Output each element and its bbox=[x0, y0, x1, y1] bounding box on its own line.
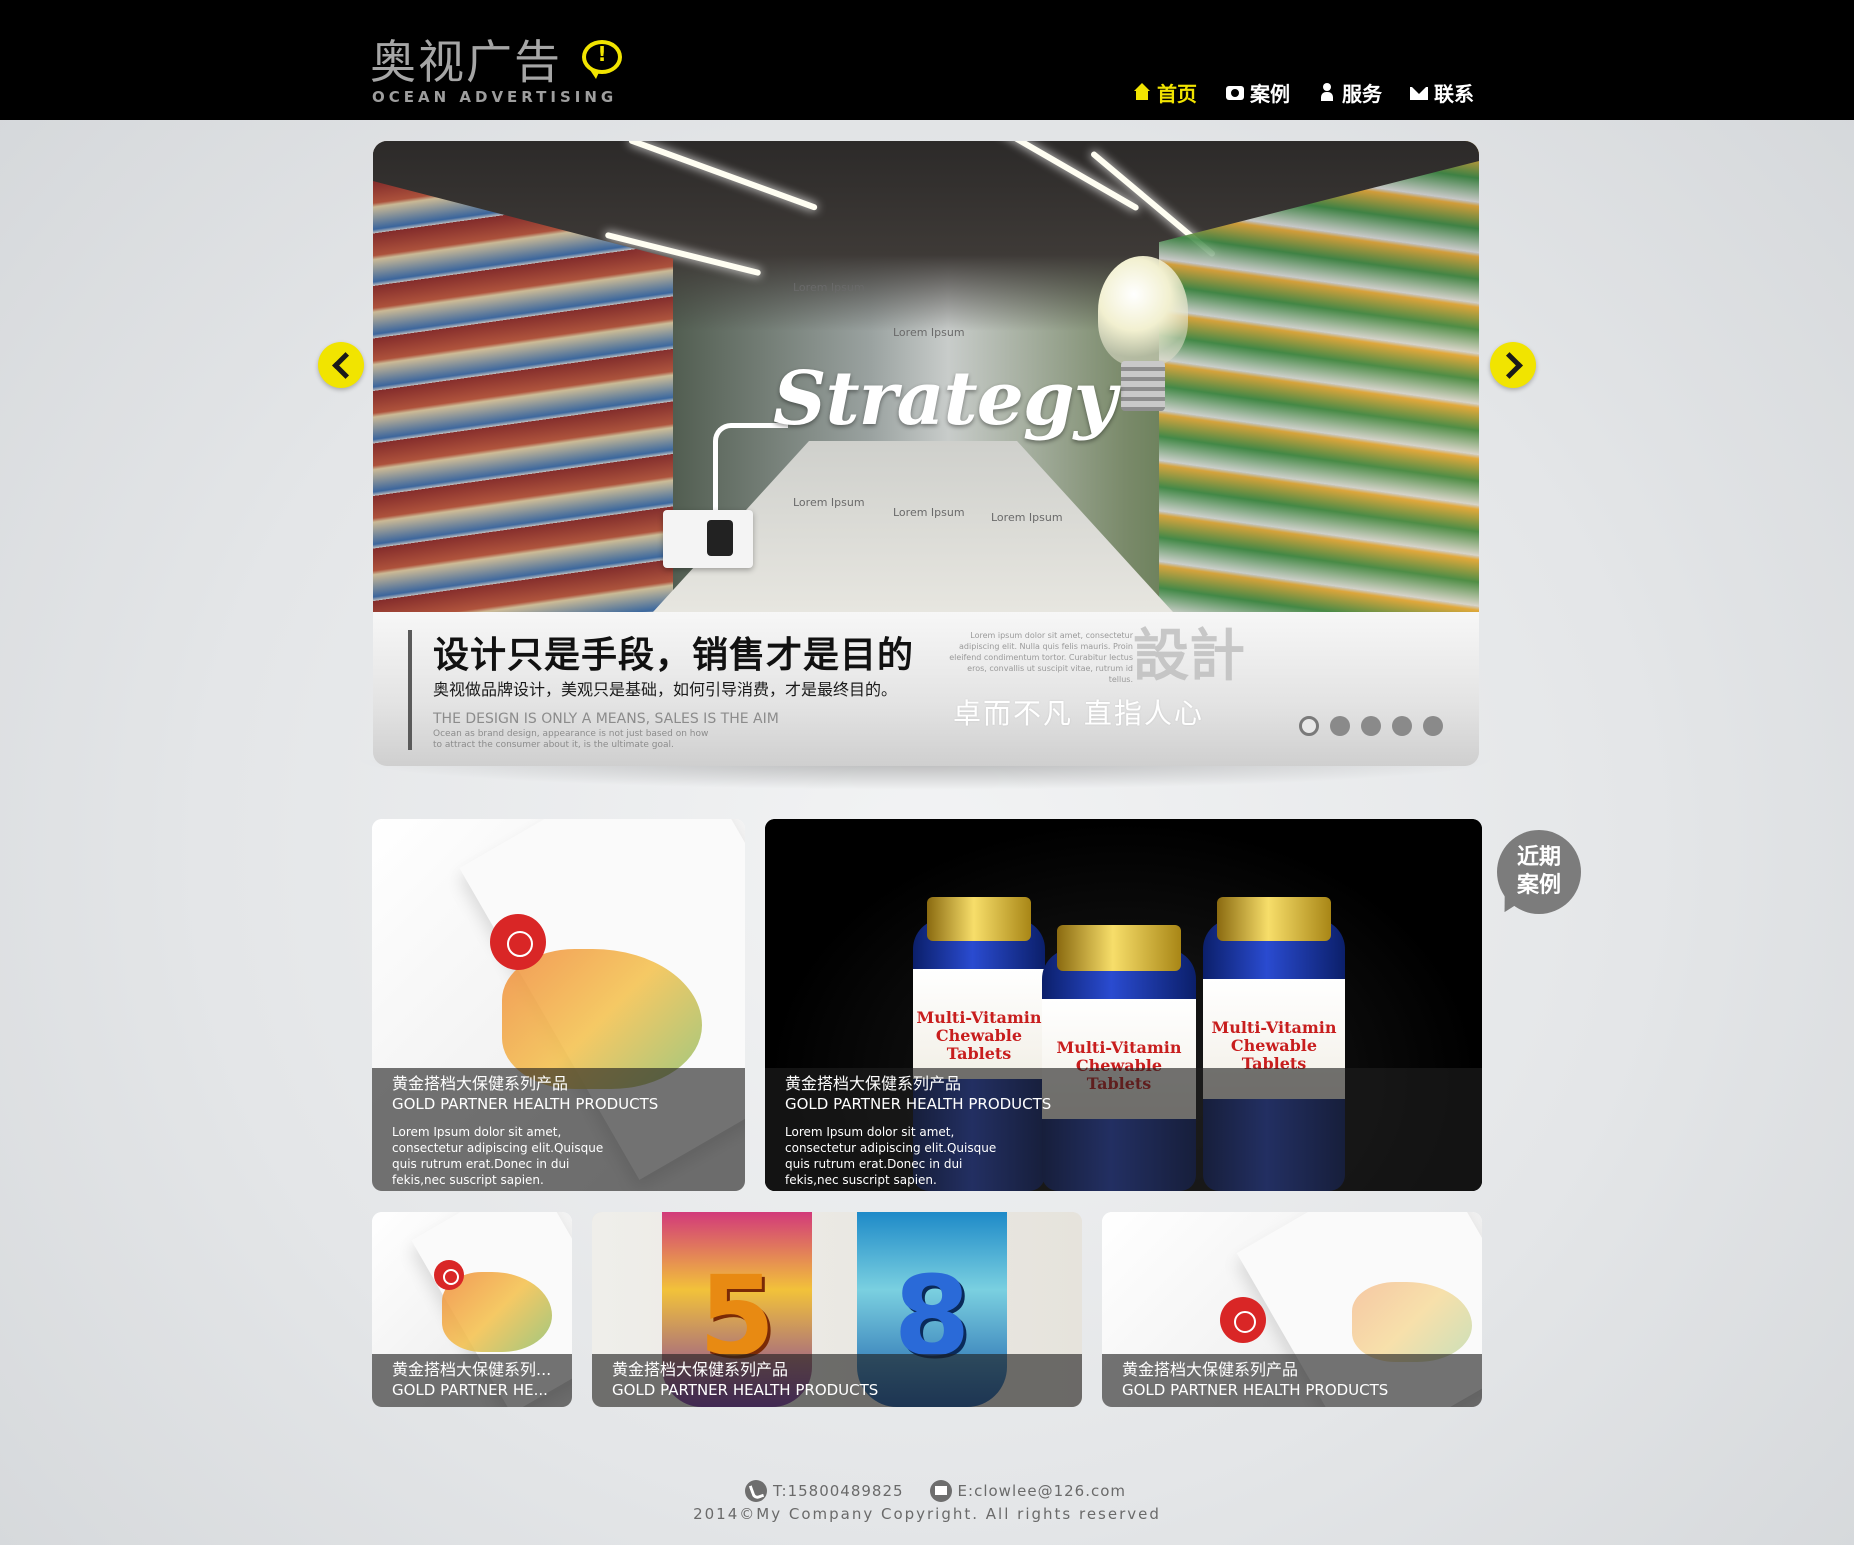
slide-dot-4[interactable] bbox=[1392, 716, 1412, 736]
brand-name-en: OCEAN ADVERTISING bbox=[372, 88, 618, 106]
plug-illustration bbox=[663, 510, 753, 568]
case-caption: 黄金搭档大保健系列... GOLD PARTNER HE... bbox=[372, 1354, 572, 1407]
slide-image-supermarket: Strategy Lorem Ipsum Lorem Ipsum Lorem I… bbox=[373, 141, 1479, 612]
bubble-mark: ! bbox=[597, 42, 607, 66]
nav-item-services[interactable]: 服务 bbox=[1318, 78, 1382, 106]
case-card[interactable]: 黄金搭档大保健系列产品 GOLD PARTNER HEALTH PRODUCTS… bbox=[372, 819, 745, 1191]
case-desc: Lorem Ipsum dolor sit amet, consectetur … bbox=[392, 1125, 604, 1187]
nav-item-contact[interactable]: 联系 bbox=[1410, 78, 1474, 106]
catalog-red-seal bbox=[490, 914, 546, 970]
case-caption: 黄金搭档大保健系列产品 GOLD PARTNER HEALTH PRODUCTS… bbox=[765, 1068, 1482, 1191]
caption-slogan: 卓而不凡 直指人心 bbox=[953, 697, 1204, 730]
slide-tag: Lorem Ipsum bbox=[893, 326, 965, 339]
caption-en-desc: Ocean as brand design, appearance is not… bbox=[433, 729, 709, 750]
brand-name-cn: 奥视广告 bbox=[370, 35, 562, 89]
speech-bubble-icon: ! bbox=[582, 40, 622, 79]
lightbulb-illustration bbox=[1098, 256, 1188, 366]
lightbulb-base bbox=[1121, 361, 1165, 411]
slide-dot-5[interactable] bbox=[1423, 716, 1443, 736]
nav-item-cases[interactable]: 案例 bbox=[1226, 78, 1290, 106]
case-title-cn: 黄金搭档大保健系列产品 bbox=[1122, 1360, 1299, 1379]
caption-title: 设计只是手段，销售才是目的 bbox=[433, 635, 915, 676]
footer-copyright: 2014©My Company Copyright. All rights re… bbox=[693, 1505, 1161, 1523]
camera-icon bbox=[1226, 86, 1244, 100]
slider-prev-arrow-icon[interactable] bbox=[318, 342, 364, 388]
site-header: 奥视广告 ! OCEAN ADVERTISING 首页 案例 服务 联系 bbox=[0, 0, 1854, 120]
nav-label-services: 服务 bbox=[1342, 81, 1382, 106]
case-card[interactable]: 5 8 黄金搭档大保健系列产品 GOLD PARTNER HEALTH PROD… bbox=[592, 1212, 1082, 1407]
caption-subtitle: 奥视做品牌设计，美观只是基础，如何引导消费，才是最终目的。 bbox=[433, 680, 898, 699]
phone-icon bbox=[745, 1480, 767, 1502]
bottle-cap bbox=[927, 897, 1031, 941]
slide-dot-3[interactable] bbox=[1361, 716, 1381, 736]
slide-headline: Strategy bbox=[773, 356, 1117, 442]
case-card[interactable]: Multi-Vitamin Chewable Tablets Multi-Vit… bbox=[765, 819, 1482, 1191]
slide-tag: Lorem Ipsum bbox=[893, 506, 965, 519]
case-title-en: GOLD PARTNER HEALTH PRODUCTS bbox=[1122, 1381, 1389, 1399]
recent-cases-label: 近期案例 bbox=[1516, 845, 1561, 898]
case-title-en: GOLD PARTNER HEALTH PRODUCTS bbox=[612, 1381, 879, 1399]
caption-lorem: Lorem ipsum dolor sit amet, consectetur … bbox=[949, 631, 1133, 684]
brand-logo[interactable]: 奥视广告 ! OCEAN ADVERTISING bbox=[370, 34, 630, 108]
slide-caption: 设计只是手段，销售才是目的 奥视做品牌设计，美观只是基础，如何引导消费，才是最终… bbox=[373, 612, 1479, 766]
bottle-label-text: Multi-Vitamin Chewable Tablets bbox=[1211, 1018, 1337, 1073]
case-caption: 黄金搭档大保健系列产品 GOLD PARTNER HEALTH PRODUCTS bbox=[1102, 1354, 1482, 1407]
nav-label-home: 首页 bbox=[1157, 81, 1197, 106]
case-title-cn: 黄金搭档大保健系列产品 bbox=[785, 1074, 962, 1093]
caption-en-title: THE DESIGN IS ONLY A MEANS, SALES IS THE… bbox=[433, 711, 779, 727]
footer-phone[interactable]: T:15800489825 bbox=[773, 1482, 904, 1500]
bottle-cap bbox=[1217, 897, 1331, 941]
mail-icon bbox=[1410, 87, 1428, 100]
case-title-en: GOLD PARTNER HEALTH PRODUCTS bbox=[392, 1095, 659, 1113]
email-icon bbox=[929, 1480, 952, 1502]
slide-dot-1[interactable] bbox=[1299, 716, 1319, 736]
bottle-cap bbox=[1057, 925, 1181, 971]
catalog-red-seal bbox=[1220, 1297, 1266, 1343]
bottle-label: Multi-Vitamin Chewable Tablets bbox=[913, 969, 1045, 1079]
slide-dot-2[interactable] bbox=[1330, 716, 1350, 736]
catalog-red-seal bbox=[434, 1260, 464, 1290]
caption-accent-bar bbox=[408, 630, 412, 750]
slide-tag: Lorem Ipsum bbox=[991, 511, 1063, 524]
case-desc: Lorem Ipsum dolor sit amet, consectetur … bbox=[785, 1125, 997, 1187]
case-card[interactable]: 黄金搭档大保健系列产品 GOLD PARTNER HEALTH PRODUCTS bbox=[1102, 1212, 1482, 1407]
nav-label-contact: 联系 bbox=[1434, 81, 1474, 106]
footer-email[interactable]: E:clowlee@126.com bbox=[958, 1482, 1126, 1500]
case-title-cn: 黄金搭档大保健系列产品 bbox=[392, 1074, 569, 1093]
footer-contact: T:15800489825 E:clowlee@126.com bbox=[745, 1478, 1126, 1504]
nav-item-home[interactable]: 首页 bbox=[1133, 78, 1197, 106]
slide-tag: Lorem Ipsum bbox=[793, 281, 865, 294]
home-icon bbox=[1133, 83, 1151, 101]
case-title-en: GOLD PARTNER HEALTH PRODUCTS bbox=[785, 1095, 1052, 1113]
hero-slider[interactable]: Strategy Lorem Ipsum Lorem Ipsum Lorem I… bbox=[373, 141, 1479, 766]
recent-cases-badge: 近期案例 bbox=[1497, 830, 1581, 914]
case-title-en: GOLD PARTNER HE... bbox=[392, 1381, 548, 1399]
slider-next-arrow-icon[interactable] bbox=[1490, 342, 1536, 388]
case-title-cn: 黄金搭档大保健系列产品 bbox=[612, 1360, 789, 1379]
case-card[interactable]: 黄金搭档大保健系列... GOLD PARTNER HE... bbox=[372, 1212, 572, 1407]
bottle-label-text: Multi-Vitamin Chewable Tablets bbox=[916, 1008, 1042, 1063]
caption-watermark: 設計 bbox=[1133, 623, 1245, 689]
case-title-cn: 黄金搭档大保健系列... bbox=[392, 1360, 552, 1379]
person-icon bbox=[1318, 83, 1336, 101]
case-caption: 黄金搭档大保健系列产品 GOLD PARTNER HEALTH PRODUCTS… bbox=[372, 1068, 745, 1191]
case-caption: 黄金搭档大保健系列产品 GOLD PARTNER HEALTH PRODUCTS bbox=[592, 1354, 1082, 1407]
nav-label-cases: 案例 bbox=[1250, 81, 1290, 106]
slide-tag: Lorem Ipsum bbox=[793, 496, 865, 509]
slide-pagination bbox=[1299, 716, 1443, 736]
